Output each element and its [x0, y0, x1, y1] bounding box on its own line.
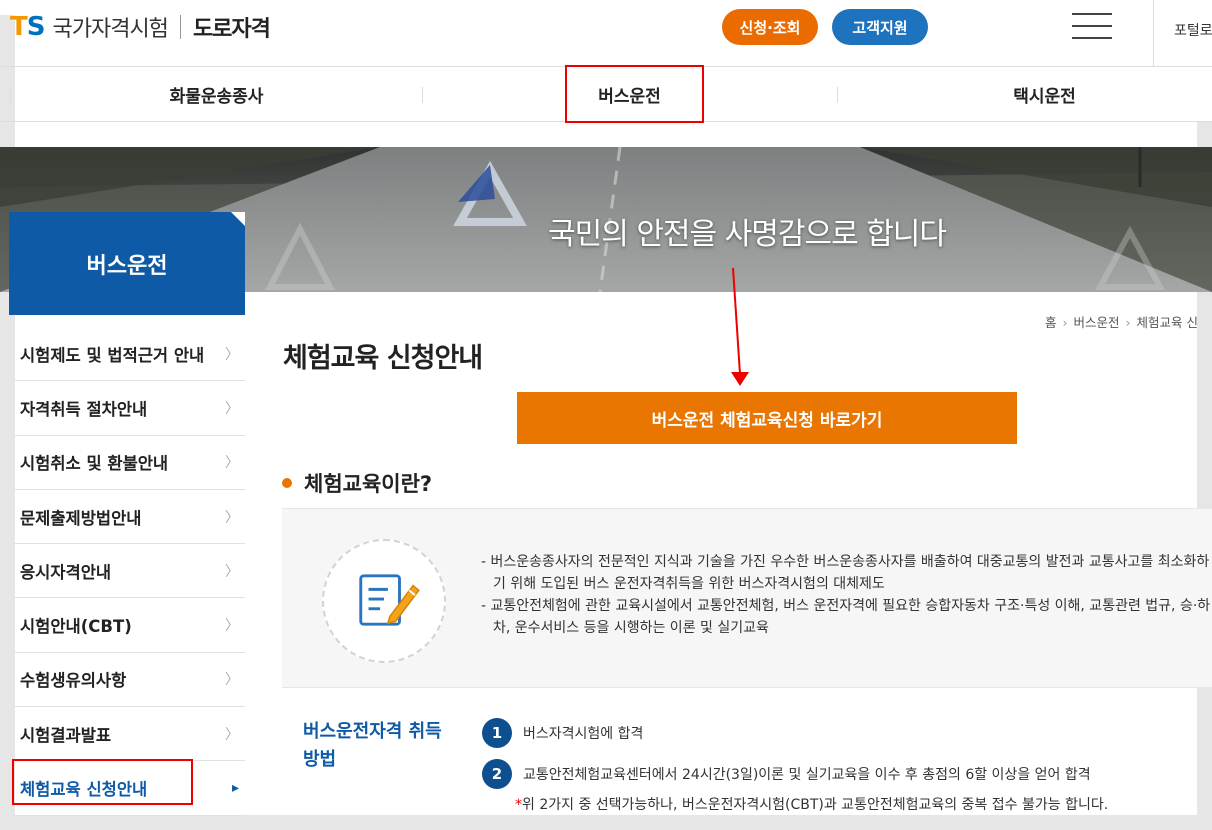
sidebar-item-results[interactable]: 시험결과발표 〉 — [14, 707, 245, 762]
annotation-arrow-icon — [731, 267, 749, 386]
page-title: 체험교육 신청안내 — [283, 343, 483, 374]
sidebar-item-examinee-notes[interactable]: 수험생유의사항 〉 — [14, 653, 245, 708]
notice-text: 위 2가지 중 선택가능하나, 버스운전자격시험(CBT)과 교통안전체험교육의… — [522, 797, 1109, 813]
sidebar-item-exam-system[interactable]: 시험제도 및 법적근거 안내 〉 — [14, 327, 245, 382]
chevron-right-icon: 〉 — [225, 726, 239, 743]
step-item: 2 교통안전체험교육센터에서 24시간(3일)이론 및 실기교육을 이수 후 총… — [482, 759, 1091, 789]
info-line-1: - 버스운송종사자의 전문적인 지식과 기술을 가진 우수한 버스운송종사자를 … — [481, 554, 1210, 592]
sidebar-item-eligibility[interactable]: 응시자격안내 〉 — [14, 544, 245, 599]
highlight-box-sidebar — [12, 759, 193, 805]
highlight-box-nav — [565, 65, 704, 123]
hamburger-menu-icon[interactable] — [1072, 13, 1112, 39]
sidebar-item-acquisition-procedure[interactable]: 자격취득 절차안내 〉 — [14, 381, 245, 436]
logo-divider — [179, 15, 181, 39]
header-divider — [1153, 0, 1154, 67]
chevron-right-icon: 〉 — [225, 672, 239, 689]
section-heading: 체험교육이란? — [282, 468, 432, 498]
sidebar-item-cancel-refund[interactable]: 시험취소 및 환불안내 〉 — [14, 436, 245, 490]
info-line-2: - 교통안전체험에 관한 교육시설에서 교통안전체험, 버스 운전자격에 필요한… — [481, 598, 1211, 636]
logo-text: 국가자격시험 — [52, 17, 168, 42]
apply-lookup-button[interactable]: 신청·조회 — [722, 9, 818, 45]
step-item: 1 버스자격시험에 합격 — [482, 718, 643, 748]
nav-item-taxi[interactable]: 택시운전 — [842, 67, 1212, 122]
step-text: 교통안전체험교육센터에서 24시간(3일)이론 및 실기교육을 이수 후 총점의… — [523, 767, 1091, 783]
portal-link[interactable]: 포털로 — [1174, 20, 1212, 40]
step-text: 버스자격시험에 합격 — [523, 726, 644, 742]
banner-slogan: 국민의 안전을 사명감으로 합니다 — [548, 217, 947, 252]
breadcrumb-home[interactable]: 홈 — [1045, 315, 1057, 330]
site-logo[interactable]: TS 국가자격시험 도로자격 — [10, 10, 271, 44]
sidebar-item-cbt[interactable]: 시험안내(CBT) 〉 — [14, 598, 245, 653]
chevron-right-icon: 〉 — [225, 346, 239, 363]
breadcrumb-level2[interactable]: 체험교육 신 — [1137, 315, 1198, 330]
customer-support-button[interactable]: 고객지원 — [832, 9, 928, 45]
nav-divider — [837, 87, 838, 103]
nav-item-cargo[interactable]: 화물운송종사 — [15, 67, 418, 122]
step-number-badge: 2 — [482, 759, 512, 789]
caret-right-icon: ▸ — [231, 780, 239, 797]
bus-experience-apply-button[interactable]: 버스운전 체험교육신청 바로가기 — [517, 392, 1017, 444]
chevron-right-icon: 〉 — [225, 563, 239, 580]
breadcrumb: 홈 › 버스운전 › 체험교육 신 — [1045, 312, 1198, 331]
nav-divider — [10, 87, 11, 103]
duplicate-notice: *위 2가지 중 선택가능하나, 버스운전자격시험(CBT)과 교통안전체험교육… — [515, 794, 1108, 814]
chevron-right-icon: 〉 — [225, 509, 239, 526]
sidebar-title-corner — [231, 212, 245, 226]
site-header: TS 국가자격시험 도로자격 신청·조회 고객지원 포털로 — [0, 0, 1212, 67]
chevron-right-icon: 〉 — [225, 455, 239, 472]
info-box: - 버스운송종사자의 전문적인 지식과 기술을 가진 우수한 버스운송종사자를 … — [282, 508, 1212, 688]
document-pen-icon — [359, 574, 420, 626]
breadcrumb-level1[interactable]: 버스운전 — [1074, 315, 1120, 330]
info-description: - 버스운송종사자의 전문적인 지식과 기술을 가진 우수한 버스운송종사자를 … — [481, 551, 1212, 639]
ts-logo-mark: TS — [10, 12, 45, 42]
sidebar-title-text: 버스운전 — [86, 253, 168, 279]
info-illustration — [322, 539, 446, 663]
sidebar-item-question-method[interactable]: 문제출제방법안내 〉 — [14, 490, 245, 545]
breadcrumb-chevron-icon: › — [1062, 315, 1068, 330]
method-title: 버스운전자격 취득 방법 — [303, 721, 442, 770]
sidebar-menu: 시험제도 및 법적근거 안내 〉 자격취득 절차안내 〉 시험취소 및 환불안내 〉 … — [14, 327, 245, 816]
step-number-badge: 1 — [482, 718, 512, 748]
chevron-right-icon: 〉 — [225, 618, 239, 635]
notice-asterisk: * — [515, 797, 522, 813]
breadcrumb-chevron-icon: › — [1125, 315, 1131, 330]
sidebar-title: 버스운전 — [9, 212, 245, 315]
chevron-right-icon: 〉 — [225, 400, 239, 417]
bullet-dot-icon — [282, 478, 292, 488]
nav-divider — [422, 87, 423, 103]
logo-subtitle: 도로자격 — [192, 17, 271, 42]
